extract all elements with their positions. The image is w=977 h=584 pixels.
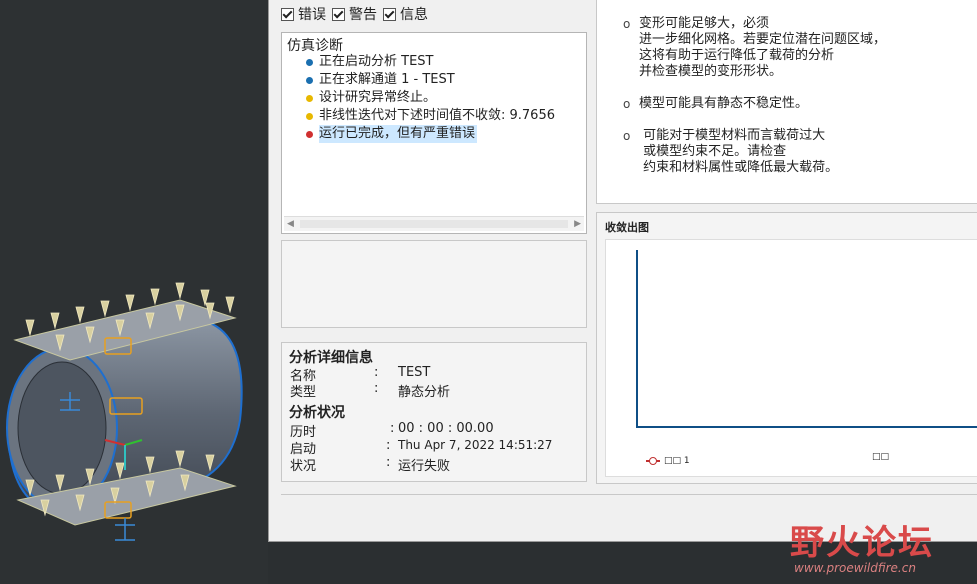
empty-panel — [281, 240, 587, 328]
message-detail-panel: o 变形可能足够大，必须 进一步细化网格。若要定位潜在问题区域， 这将有助于运行… — [596, 0, 977, 204]
detail-row-status: 状况 : 运行失败 — [290, 455, 580, 474]
scrollbar-track[interactable] — [300, 220, 568, 228]
diagnostics-list: 正在启动分析 TEST 正在求解通道 1 - TEST 设计研究异常终止。 非线… — [306, 53, 586, 143]
list-item[interactable]: 非线性迭代对下述时间值不收敛: 9.7656 — [306, 107, 586, 125]
checkbox-checked-icon — [281, 7, 294, 21]
message-paragraph: 模型可能具有静态不稳定性。 — [639, 96, 809, 111]
diagnostics-title: 仿真诊断 — [287, 38, 343, 54]
filter-errors-label: 错误 — [298, 7, 326, 23]
detail-row-name: 名称 : TEST — [290, 365, 580, 384]
cylinder-model-graphic — [6, 282, 243, 541]
bullet-icon: o — [623, 97, 631, 111]
detail-colon: : — [374, 365, 379, 380]
filter-warnings-checkbox[interactable]: 警告 — [332, 4, 377, 24]
convergence-plot: □□ 1 □□ — [605, 239, 977, 477]
info-icon — [306, 76, 313, 84]
warning-icon — [306, 112, 313, 120]
bullet-icon: o — [623, 129, 631, 143]
legend-series-1: □□ 1 — [646, 456, 690, 466]
detail-colon: : — [390, 421, 395, 436]
analysis-details-panel: 分析详细信息 名称 : TEST 类型 : 静态分析 分析状况 历时 : 00 … — [281, 342, 587, 482]
detail-colon: : — [386, 438, 391, 453]
scroll-right-icon[interactable]: ▶ — [574, 219, 581, 229]
checkbox-checked-icon — [383, 7, 396, 21]
message-filters: 错误 警告 信息 — [281, 4, 434, 24]
legend-series-2: □□ — [872, 452, 890, 462]
filter-info-label: 信息 — [400, 7, 428, 23]
filter-errors-checkbox[interactable]: 错误 — [281, 4, 326, 24]
list-item-selected[interactable]: 运行已完成，但有严重错误 — [306, 125, 586, 143]
filter-warnings-label: 警告 — [349, 7, 377, 23]
detail-value: 00 : 00 : 00.00 — [398, 421, 494, 436]
error-icon — [306, 130, 313, 138]
checkbox-checked-icon — [332, 7, 345, 21]
detail-row-start: 启动 : Thu Apr 7, 2022 14:51:27 — [290, 438, 580, 457]
scroll-left-icon[interactable]: ◀ — [287, 219, 294, 229]
status-badge: 运行失败 — [398, 459, 451, 474]
filter-info-checkbox[interactable]: 信息 — [383, 4, 428, 24]
detail-label: 状况 — [290, 459, 317, 474]
info-icon — [306, 58, 313, 66]
detail-colon: : — [374, 381, 379, 396]
model-viewport[interactable] — [0, 0, 268, 584]
diagnostic-text: 正在求解通道 1 - TEST — [319, 72, 455, 87]
detail-colon: : — [386, 455, 391, 470]
status-heading: 分析状况 — [289, 405, 345, 421]
list-item[interactable]: 正在求解通道 1 - TEST — [306, 71, 586, 89]
diagnostic-text: 非线性迭代对下述时间值不收敛: 9.7656 — [319, 108, 555, 123]
x-axis — [636, 426, 977, 428]
details-heading: 分析详细信息 — [289, 350, 373, 366]
detail-row-elapsed: 历时 : 00 : 00 : 00.00 — [290, 421, 580, 440]
warning-icon — [306, 94, 313, 102]
y-axis — [636, 250, 638, 426]
message-paragraph: 变形可能足够大，必须 进一步细化网格。若要定位潜在问题区域， 这将有助于运行降低… — [639, 16, 887, 79]
convergence-panel: 收敛出图 □□ 1 □□ — [596, 212, 977, 484]
message-paragraph: 可能对于模型材料而言载荷过大 或模型约束不足。请检查 约束和材料属性或降低最大载… — [643, 128, 839, 175]
watermark-logo: 野火论坛 www.proewildfire.cn — [790, 515, 970, 579]
list-item[interactable]: 设计研究异常终止。 — [306, 89, 586, 107]
diagnostic-text: 运行已完成，但有严重错误 — [319, 125, 478, 143]
list-item[interactable]: 正在启动分析 TEST — [306, 53, 586, 71]
watermark-url: www.proewildfire.cn — [794, 561, 916, 575]
analysis-dialog: 错误 警告 信息 仿真诊断 正在启动分析 TEST 正在求解通道 1 - TES… — [268, 0, 977, 542]
divider — [281, 494, 977, 495]
bullet-icon: o — [623, 17, 631, 31]
diagnostics-tree[interactable]: 仿真诊断 正在启动分析 TEST 正在求解通道 1 - TEST 设计研究异常终… — [281, 32, 587, 234]
detail-value: 静态分析 — [398, 385, 451, 400]
convergence-title: 收敛出图 — [605, 221, 649, 234]
diagnostic-text: 正在启动分析 TEST — [319, 54, 434, 69]
horizontal-scrollbar[interactable]: ◀ ▶ — [284, 216, 584, 231]
legend-label: □□ 1 — [664, 456, 690, 466]
detail-label: 类型 — [290, 385, 317, 400]
watermark-title: 野火论坛 — [790, 523, 934, 563]
diagnostic-text: 设计研究异常终止。 — [319, 90, 437, 105]
detail-value: Thu Apr 7, 2022 14:51:27 — [398, 438, 553, 452]
detail-value: TEST — [398, 365, 431, 380]
detail-row-type: 类型 : 静态分析 — [290, 381, 580, 400]
series-marker-icon — [646, 457, 660, 465]
